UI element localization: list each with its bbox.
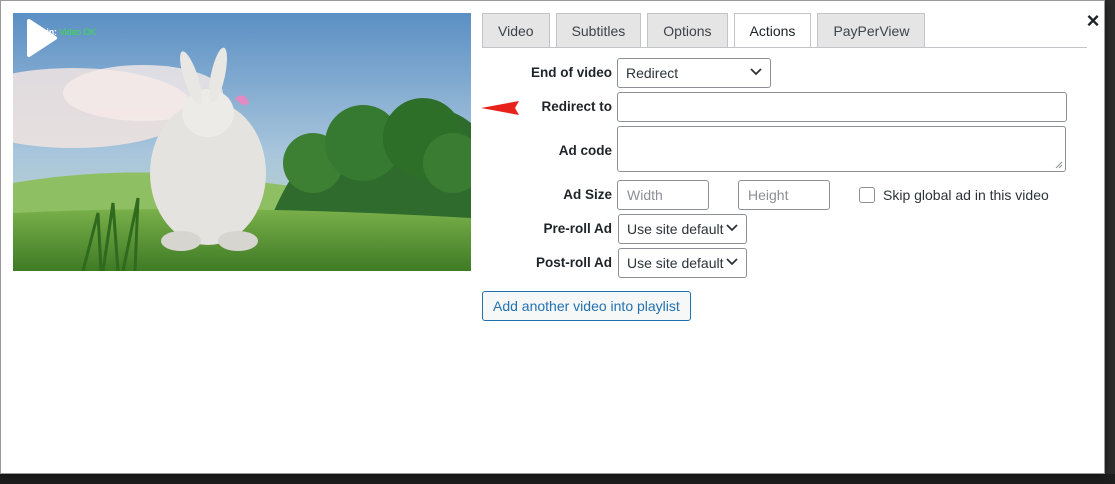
- end-of-video-label: End of video: [531, 65, 612, 80]
- skip-global-ad-checkbox[interactable]: [859, 187, 875, 203]
- video-status-ok: Video OK: [59, 27, 96, 37]
- close-icon[interactable]: ×: [1081, 9, 1105, 33]
- tab-video[interactable]: Video: [482, 13, 550, 47]
- post-roll-value: Use site default: [627, 255, 724, 271]
- redirect-to-input[interactable]: [617, 92, 1067, 122]
- tab-actions[interactable]: Actions: [733, 13, 812, 48]
- tab-subtitles[interactable]: Subtitles: [555, 13, 642, 47]
- pre-roll-label: Pre-roll Ad: [543, 221, 612, 236]
- tab-options[interactable]: Options: [647, 13, 728, 47]
- video-thumbnail-scene: [13, 13, 471, 271]
- add-video-button[interactable]: Add another video into playlist: [482, 291, 691, 321]
- video-preview[interactable]: Admin: Video OK: [13, 13, 471, 271]
- ad-height-input[interactable]: Height: [738, 180, 830, 210]
- tab-payperview[interactable]: PayPerView: [817, 13, 926, 47]
- pre-roll-select[interactable]: Use site default: [618, 214, 747, 244]
- pre-roll-value: Use site default: [627, 221, 724, 237]
- end-of-video-value: Redirect: [626, 65, 679, 81]
- resize-handle-icon[interactable]: [1055, 161, 1063, 169]
- tab-divider: [482, 47, 1087, 48]
- post-roll-select[interactable]: Use site default: [618, 248, 747, 278]
- ad-size-label: Ad Size: [563, 187, 612, 202]
- ad-code-label: Ad code: [558, 143, 612, 158]
- chevron-down-icon: [726, 258, 738, 266]
- ad-width-input[interactable]: Width: [617, 180, 709, 210]
- video-settings-modal: × Video OK Video Subtitles Options Actio…: [0, 0, 1105, 474]
- redirect-to-label: Redirect to: [541, 99, 612, 114]
- end-of-video-select[interactable]: Redirect: [617, 58, 771, 88]
- skip-global-ad-label[interactable]: Skip global ad in this video: [883, 187, 1049, 203]
- chevron-down-icon: [726, 224, 738, 232]
- ad-code-textarea[interactable]: [617, 126, 1066, 172]
- post-roll-label: Post-roll Ad: [536, 255, 612, 270]
- settings-tabs: Video Subtitles Options Actions PayPerVi…: [482, 13, 926, 48]
- play-icon[interactable]: [13, 13, 63, 63]
- background-strip: [0, 474, 1115, 484]
- chevron-down-icon: [750, 68, 762, 76]
